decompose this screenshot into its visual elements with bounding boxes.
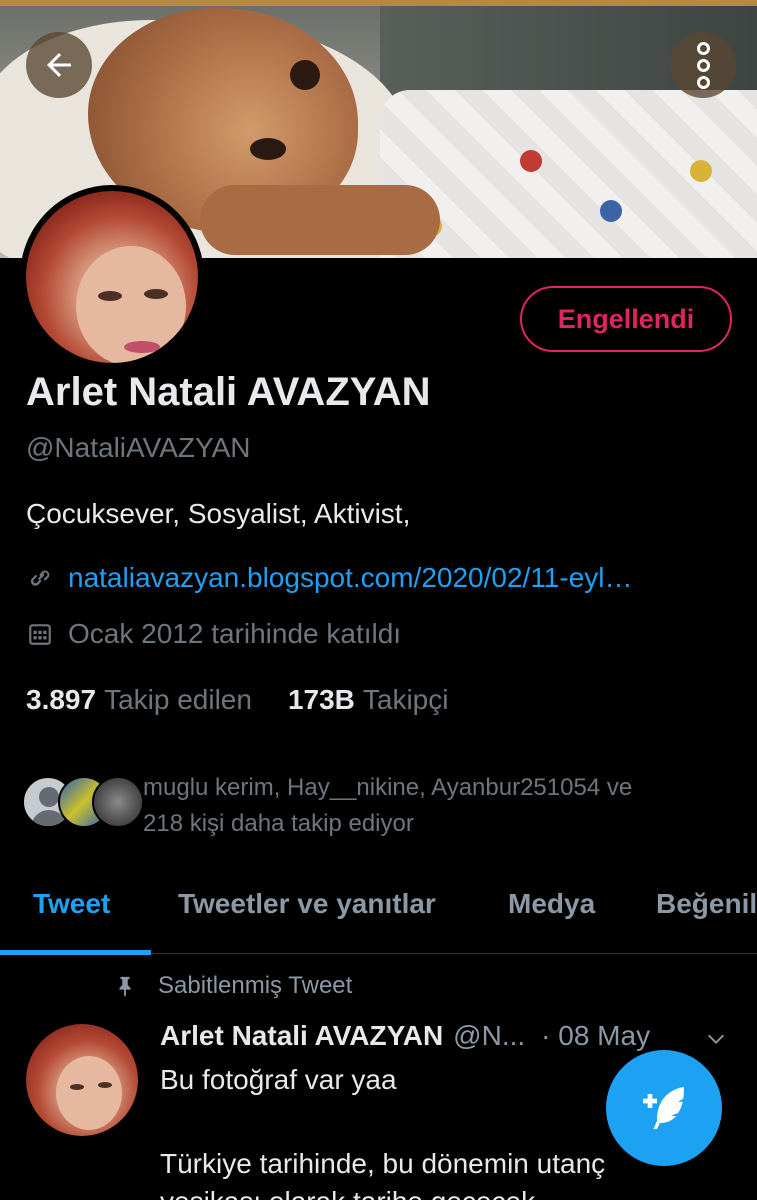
back-button[interactable] <box>26 32 92 98</box>
chevron-down-icon[interactable] <box>702 1028 730 1050</box>
blocked-button[interactable]: Engellendi <box>520 286 732 352</box>
profile-joined-date: Ocak 2012 tarihinde katıldı <box>68 618 402 649</box>
following-count: 3.897 <box>26 684 97 715</box>
followed-by-text: muglu kerim, Hay__nikine, Ayanbur251054 … <box>143 774 633 837</box>
tweet-date: · 08 May <box>541 1020 651 1051</box>
pinned-label: Sabitlenmiş Tweet <box>158 972 353 999</box>
tweet-text-line: Bu fotoğraf var yaa <box>160 1064 397 1095</box>
pin-icon <box>119 976 131 997</box>
compose-tweet-button[interactable] <box>606 1050 722 1166</box>
calendar-icon <box>26 620 54 648</box>
avatar <box>92 776 144 828</box>
followers-stat[interactable]: 173B Takipçi <box>288 684 449 716</box>
followers-count: 173B <box>287 684 355 715</box>
followers-label: Takipçi <box>362 684 449 715</box>
tab-tweet[interactable]: Tweet <box>33 888 110 920</box>
profile-link-row: nataliavazyan.blogspot.com/2020/02/11-ey… <box>26 562 718 594</box>
profile-handle: @NataliAVAZYAN <box>26 432 251 463</box>
followed-by-row[interactable]: muglu kerim, Hay__nikine, Ayanbur251054 … <box>22 770 742 840</box>
profile-link[interactable]: nataliavazyan.blogspot.com/2020/02/11-ey… <box>68 562 718 594</box>
more-vertical-icon <box>696 41 710 89</box>
tweet-avatar[interactable] <box>26 1024 138 1136</box>
tweet-header: Arlet Natali AVAZYAN @N... · 08 May <box>160 1020 650 1052</box>
profile-bio: Çocuksever, Sosyalist, Aktivist, <box>26 498 411 529</box>
tab-likes[interactable]: Beğenil <box>656 888 757 920</box>
pinned-label-row: Sabitlenmiş Tweet <box>114 972 352 1000</box>
profile-stats: 3.897 Takip edilen 173B Takipçi <box>26 684 448 716</box>
link-icon <box>26 564 54 592</box>
tab-tweets-and-replies[interactable]: Tweetler ve yanıtlar <box>178 888 436 920</box>
following-label: Takip edilen <box>104 684 252 715</box>
profile-tabs: Tweet Tweetler ve yanıtlar Medya Beğenil <box>0 868 757 955</box>
profile-name: Arlet Natali AVAZYAN <box>26 370 431 414</box>
more-options-button[interactable] <box>670 32 736 98</box>
profile-joined-row: Ocak 2012 tarihinde katıldı <box>26 618 401 650</box>
tweet-author-handle: @N... <box>453 1020 526 1051</box>
tweet-author-name[interactable]: Arlet Natali AVAZYAN <box>160 1020 443 1052</box>
arrow-left-icon <box>47 53 71 77</box>
profile-page: Engellendi Arlet Natali AVAZYAN @NataliA… <box>0 0 757 1200</box>
tab-media[interactable]: Medya <box>508 888 595 920</box>
tweet-text-line: Türkiye tarihinde, bu dönemin utanç <box>160 1148 606 1179</box>
tweet-text-line: vesikası olarak tarihe geçecek. <box>160 1186 543 1200</box>
following-stat[interactable]: 3.897 Takip edilen <box>26 684 252 716</box>
profile-avatar[interactable] <box>20 185 204 369</box>
compose-tweet-icon <box>643 1087 684 1129</box>
active-tab-indicator <box>0 950 151 955</box>
